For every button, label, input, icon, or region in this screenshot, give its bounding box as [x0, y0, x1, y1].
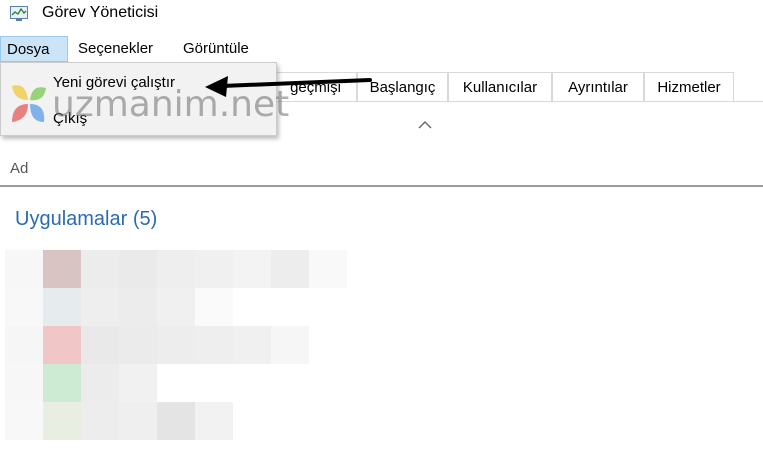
blur-cell — [271, 326, 309, 364]
tab-users[interactable]: Kullanıcılar — [448, 72, 552, 102]
column-header-name[interactable]: Ad — [10, 160, 28, 177]
menu-file[interactable]: Dosya — [0, 36, 68, 62]
blur-cell — [5, 402, 43, 440]
tab-app-history[interactable]: geçmişi — [275, 72, 357, 102]
file-menu-dropdown: Yeni görevi çalıştır Çıkış — [0, 62, 277, 136]
blur-cell — [233, 250, 271, 288]
window-title: Görev Yöneticisi — [42, 4, 159, 21]
chevron-up-icon[interactable] — [418, 120, 432, 130]
blur-cell — [119, 326, 157, 364]
menu-bar: Dosya Seçenekler Görüntüle — [0, 36, 763, 62]
exit-label: Çıkış — [53, 110, 88, 127]
blur-cell — [43, 402, 81, 440]
blur-cell — [5, 250, 43, 288]
blur-cell — [157, 250, 195, 288]
blur-cell — [195, 250, 233, 288]
tab-services-label: Hizmetler — [657, 79, 721, 96]
group-title-apps[interactable]: Uygulamalar (5) — [15, 208, 157, 231]
menu-item-exit[interactable]: Çıkış — [53, 110, 87, 127]
menu-options[interactable]: Seçenekler — [72, 36, 159, 62]
blur-cell — [5, 364, 43, 402]
title-bar: Görev Yöneticisi — [0, 0, 763, 30]
blur-cell — [195, 288, 233, 326]
blur-cell — [157, 326, 195, 364]
run-new-task-label: Yeni görevi çalıştır — [53, 74, 176, 91]
blur-cell — [119, 250, 157, 288]
blur-cell — [81, 364, 119, 402]
blur-cell — [43, 326, 81, 364]
blur-cell — [5, 288, 43, 326]
blur-cell — [5, 326, 43, 364]
menu-options-label: Seçenekler — [78, 40, 154, 57]
blur-cell — [43, 288, 81, 326]
blur-cell — [43, 364, 81, 402]
blur-cell — [119, 364, 157, 402]
blur-cell — [233, 326, 271, 364]
menu-file-label: Dosya — [7, 41, 50, 58]
blur-cell — [157, 402, 195, 440]
menu-view-label: Görüntüle — [183, 40, 249, 57]
task-manager-icon — [10, 6, 28, 21]
blur-cell — [271, 250, 309, 288]
blur-cell — [195, 326, 233, 364]
tab-app-history-label: geçmişi — [290, 79, 341, 96]
blur-cell — [157, 288, 195, 326]
blur-cell — [81, 250, 119, 288]
menu-item-run-new-task[interactable]: Yeni görevi çalıştır — [53, 74, 175, 91]
menu-view[interactable]: Görüntüle — [177, 36, 255, 62]
tab-services[interactable]: Hizmetler — [644, 72, 734, 102]
blur-cell — [81, 402, 119, 440]
blur-cell — [81, 326, 119, 364]
tab-details[interactable]: Ayrıntılar — [552, 72, 644, 102]
blur-cell — [119, 402, 157, 440]
tab-users-label: Kullanıcılar — [462, 79, 538, 96]
blur-cell — [81, 288, 119, 326]
tab-startup-label: Başlangıç — [369, 79, 436, 96]
header-separator — [0, 185, 763, 187]
blur-cell — [119, 288, 157, 326]
blur-cell — [309, 250, 347, 288]
tab-startup[interactable]: Başlangıç — [357, 72, 448, 102]
blur-cell — [195, 402, 233, 440]
blur-cell — [43, 250, 81, 288]
tab-details-label: Ayrıntılar — [568, 79, 628, 96]
